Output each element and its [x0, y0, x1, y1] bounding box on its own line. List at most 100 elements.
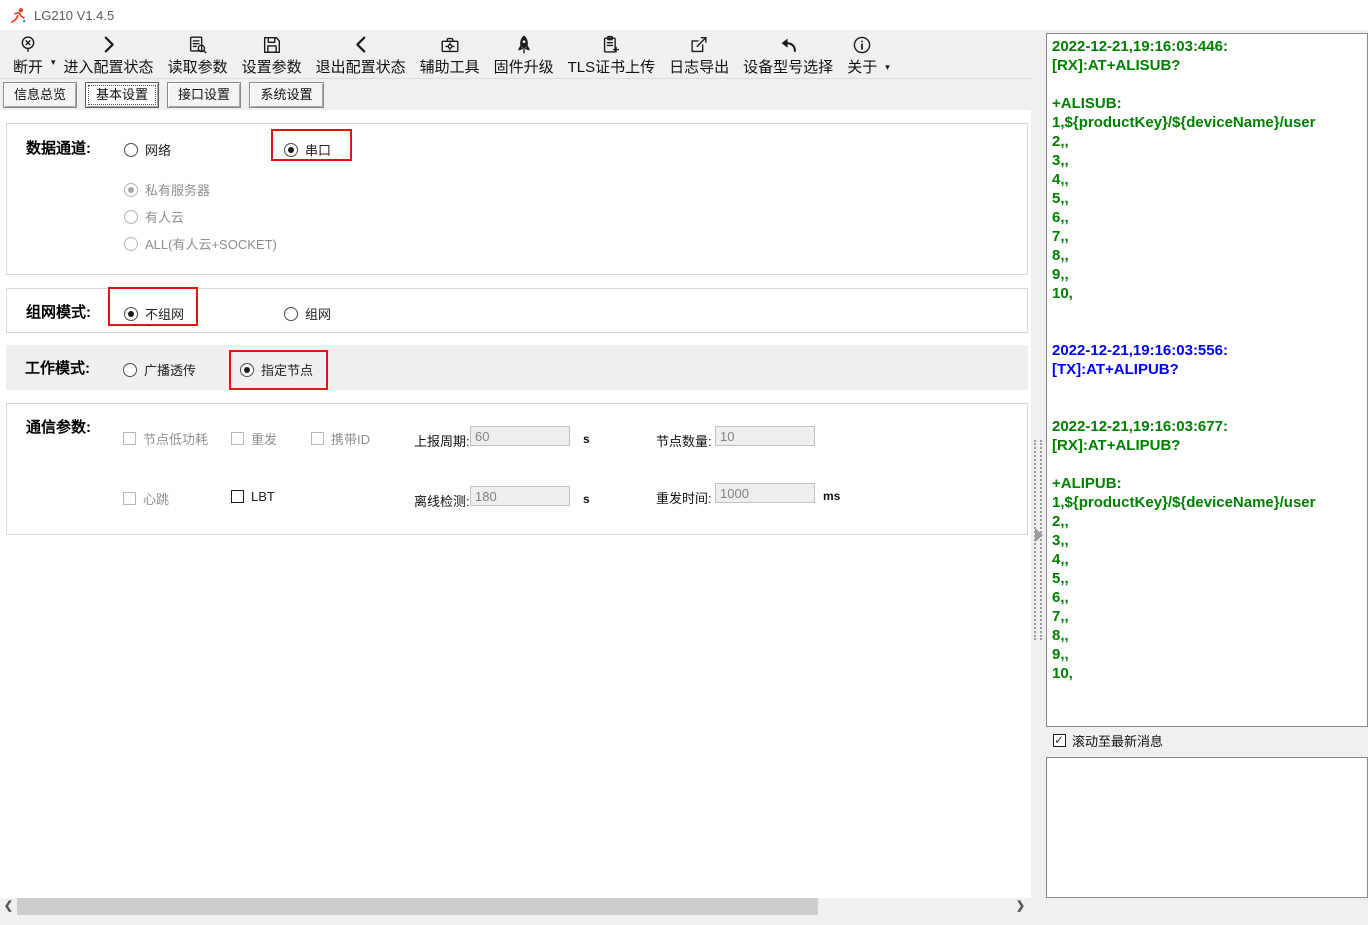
toolbar-item-label: 设备型号选择 — [743, 57, 833, 78]
toolbar-item-label: 辅助工具 — [420, 57, 480, 78]
input-report-period[interactable] — [470, 426, 570, 446]
scrollbar-thumb[interactable] — [17, 898, 818, 915]
log-line: 5,, — [1052, 569, 1367, 588]
unit-label: ms — [823, 489, 840, 503]
log-line: 4,, — [1052, 170, 1367, 189]
tab-info-overview[interactable]: 信息总览 — [3, 82, 77, 108]
firmware-upgrade-icon — [513, 33, 535, 57]
tls-cert-upload-icon — [600, 33, 622, 57]
section-comm-params: 通信参数: 节点低功耗 重发 携带ID 上报周期: s 节点数量: 心跳 LBT… — [6, 403, 1028, 535]
radio-broadcast[interactable]: 广播透传 — [123, 360, 196, 379]
log-line: 6,, — [1052, 588, 1367, 607]
checkbox-node-low-power[interactable]: 节点低功耗 — [123, 429, 208, 448]
send-input[interactable] — [1047, 758, 1367, 897]
radio-no-networking[interactable]: 不组网 — [124, 304, 184, 323]
about-dropdown-arrow[interactable]: ▾ — [884, 62, 891, 73]
radio-circle — [240, 363, 254, 377]
radio-circle — [124, 143, 138, 157]
section-data-channel: 数据通道: 网络 串口 私有服务器 有人云 ALL(有人云+SOCKET) — [6, 123, 1028, 275]
checkbox-label: LBT — [251, 489, 275, 504]
checkbox-label: 心跳 — [143, 489, 169, 508]
field-label-report-period: 上报周期: — [414, 431, 470, 450]
toolbar-read-params[interactable]: 读取参数 — [161, 32, 235, 78]
scroll-left-arrow-icon[interactable]: ❮ — [0, 898, 17, 915]
radio-all-cloud-socket[interactable]: ALL(有人云+SOCKET) — [124, 234, 277, 253]
toolbar-item-label: 关于 — [847, 57, 877, 78]
toolbar-set-params[interactable]: 设置参数 — [235, 32, 309, 78]
panel-splitter[interactable] — [1031, 30, 1046, 915]
section-label: 通信参数: — [26, 416, 91, 437]
section-work-mode: 工作模式: 广播透传 指定节点 — [6, 345, 1028, 390]
log-line — [1052, 303, 1367, 322]
radio-label: 不组网 — [145, 304, 184, 323]
section-label: 工作模式: — [25, 357, 90, 378]
radio-label: 有人云 — [145, 207, 184, 226]
scroll-right-arrow-icon[interactable]: ❯ — [1012, 898, 1029, 915]
log-line: [RX]:AT+ALIPUB? — [1052, 436, 1367, 455]
splitter-collapse-icon[interactable] — [1035, 528, 1043, 542]
toolbar-disconnect[interactable]: 断开 — [6, 32, 50, 78]
autoscroll-checkbox[interactable]: 滚动至最新消息 — [1053, 731, 1163, 750]
field-label-resend-time: 重发时间: — [656, 488, 712, 507]
radio-network[interactable]: 网络 — [124, 140, 171, 159]
toolbar-log-export[interactable]: 日志导出 — [662, 32, 736, 78]
log-line: 8,, — [1052, 626, 1367, 645]
save-params-icon — [261, 33, 283, 57]
checkbox-resend[interactable]: 重发 — [231, 429, 277, 448]
toolbar-item-label: 固件升级 — [494, 57, 554, 78]
toolbar: 断开 ▾ 进入配置状态 读取参数 设置参数 退出配置状态 辅助工具 — [0, 30, 1031, 79]
radio-networking[interactable]: 组网 — [284, 304, 331, 323]
log-line: [TX]:AT+ALIPUB? — [1052, 360, 1367, 379]
device-model-icon — [777, 33, 799, 57]
app-logo-icon — [10, 7, 27, 24]
input-resend-time[interactable] — [715, 483, 815, 503]
basic-settings-panel: 数据通道: 网络 串口 私有服务器 有人云 ALL(有人云+SOCKET) 组网… — [0, 110, 1031, 898]
radio-circle — [124, 237, 138, 251]
radio-usr-cloud[interactable]: 有人云 — [124, 207, 184, 226]
checkbox-square — [231, 490, 244, 503]
log-output[interactable]: 2022-12-21,19:16:03:446:[RX]:AT+ALISUB? … — [1046, 33, 1368, 727]
toolbar-item-label: TLS证书上传 — [568, 57, 656, 78]
toolbar-device-model-select[interactable]: 设备型号选择 — [736, 32, 840, 78]
horizontal-scrollbar[interactable]: ❮ ❯ — [0, 898, 1031, 915]
section-network-mode: 组网模式: 不组网 组网 — [6, 288, 1028, 333]
radio-circle — [124, 183, 138, 197]
checkbox-carry-id[interactable]: 携带ID — [311, 429, 370, 448]
field-label-offline-detect: 离线检测: — [414, 491, 470, 510]
radio-circle — [124, 210, 138, 224]
radio-label: 指定节点 — [261, 360, 313, 379]
radio-label: 网络 — [145, 140, 171, 159]
checkbox-label: 携带ID — [331, 429, 370, 448]
log-line: 9,, — [1052, 645, 1367, 664]
toolbar-exit-config[interactable]: 退出配置状态 — [309, 32, 413, 78]
log-line: 1,${productKey}/${deviceName}/user — [1052, 113, 1367, 132]
log-line — [1052, 379, 1367, 398]
tab-basic-settings[interactable]: 基本设置 — [85, 82, 159, 108]
toolbar-about[interactable]: 关于 — [840, 32, 884, 78]
checkbox-square — [123, 432, 136, 445]
checkbox-lbt[interactable]: LBT — [231, 489, 275, 504]
log-line: 3,, — [1052, 151, 1367, 170]
log-line — [1052, 398, 1367, 417]
radio-designated-node[interactable]: 指定节点 — [240, 360, 313, 379]
checkbox-square — [1053, 734, 1066, 747]
tab-interface-settings[interactable]: 接口设置 — [167, 82, 241, 108]
radio-circle — [124, 307, 138, 321]
toolbar-aux-tools[interactable]: 辅助工具 — [413, 32, 487, 78]
toolbar-enter-config[interactable]: 进入配置状态 — [57, 32, 161, 78]
toolbar-tls-cert-upload[interactable]: TLS证书上传 — [561, 32, 663, 78]
radio-private-server[interactable]: 私有服务器 — [124, 180, 210, 199]
radio-serial[interactable]: 串口 — [284, 140, 331, 159]
radio-label: 私有服务器 — [145, 180, 210, 199]
tab-system-settings[interactable]: 系统设置 — [249, 82, 324, 108]
log-line: 4,, — [1052, 550, 1367, 569]
checkbox-heartbeat[interactable]: 心跳 — [123, 489, 169, 508]
log-line: 2022-12-21,19:16:03:446: — [1052, 37, 1367, 56]
radio-label: 串口 — [305, 140, 331, 159]
enter-config-icon — [98, 33, 120, 57]
log-export-icon — [688, 33, 710, 57]
input-offline-detect[interactable] — [470, 486, 570, 506]
toolbar-firmware-upgrade[interactable]: 固件升级 — [487, 32, 561, 78]
log-line: +ALIPUB: — [1052, 474, 1367, 493]
input-node-count[interactable] — [715, 426, 815, 446]
